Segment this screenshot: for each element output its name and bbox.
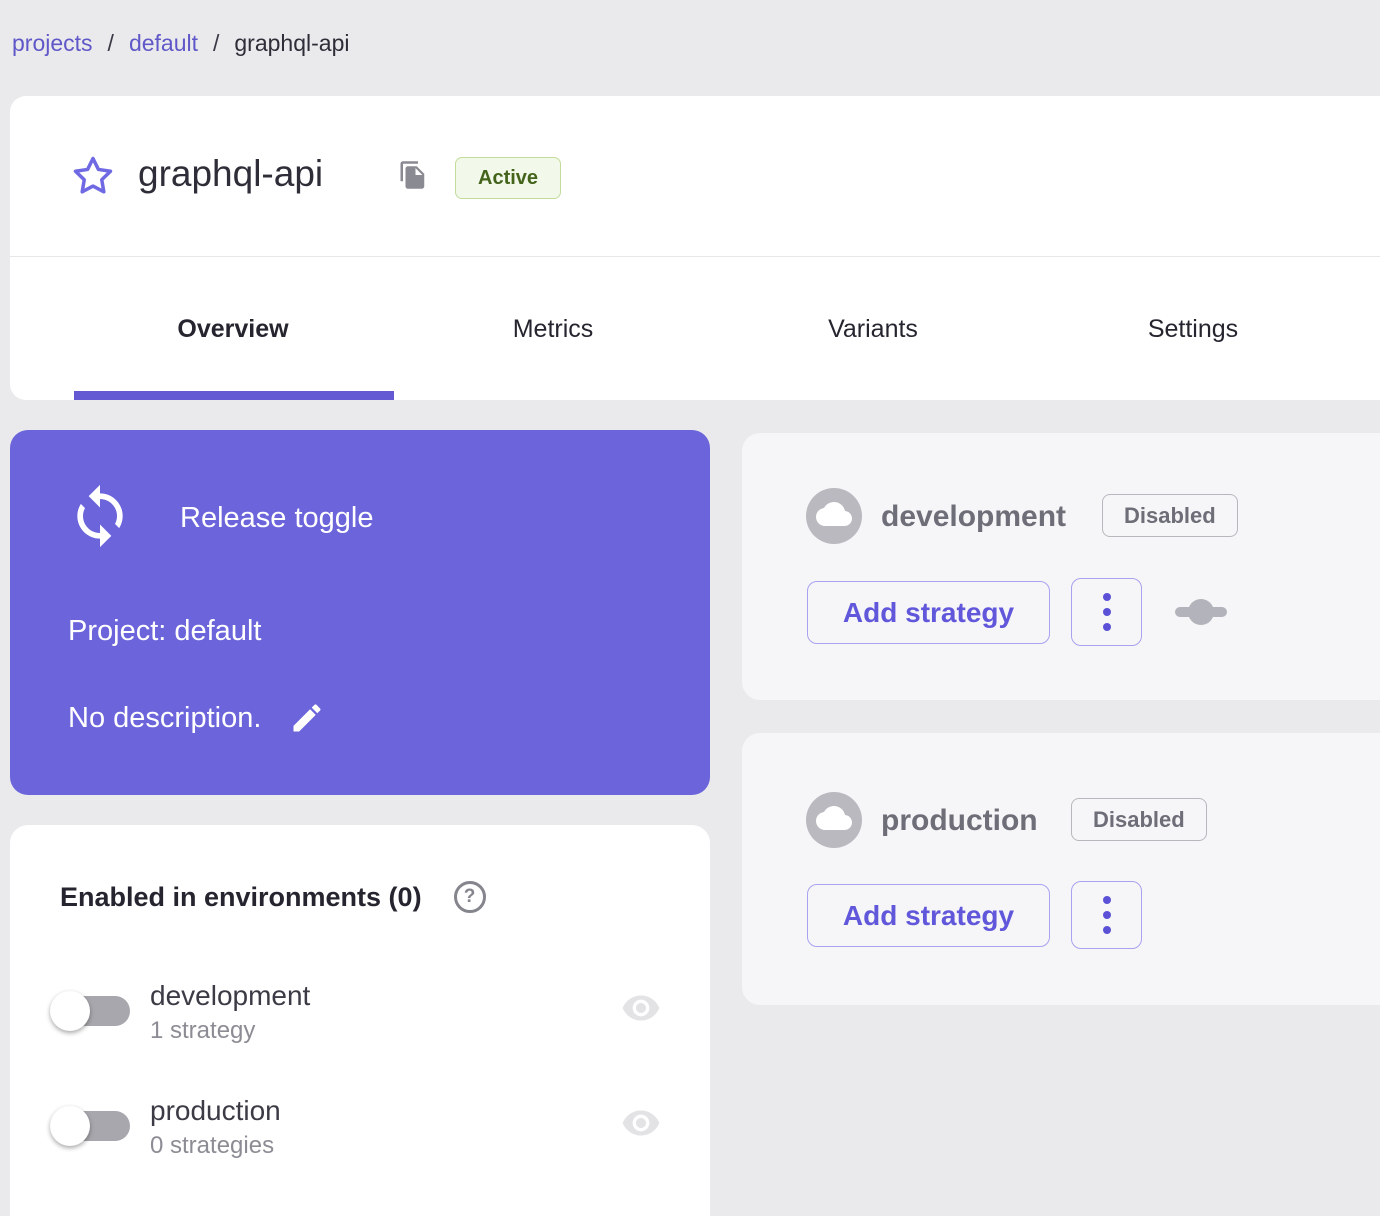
environment-name: production bbox=[150, 1095, 281, 1126]
kebab-menu-button[interactable] bbox=[1071, 881, 1142, 949]
status-badge: Active bbox=[455, 157, 562, 199]
slider-knob bbox=[1188, 599, 1214, 625]
tab-variants[interactable]: Variants bbox=[713, 258, 1033, 400]
environment-card-production: production Disabled Add strategy bbox=[742, 733, 1380, 1005]
strategy-count: 0 strategies bbox=[150, 1132, 275, 1159]
tab-metrics[interactable]: Metrics bbox=[393, 258, 713, 400]
environments-summary-title: Enabled in environments (0) bbox=[60, 881, 422, 912]
kebab-menu-button[interactable] bbox=[1071, 578, 1142, 646]
avatar bbox=[806, 792, 862, 848]
project-label: Project: default bbox=[68, 615, 262, 647]
kebab-dot bbox=[1102, 926, 1111, 934]
strategy-count: 1 strategy bbox=[150, 1017, 256, 1044]
tab-overview[interactable]: Overview bbox=[73, 258, 393, 400]
tab-settings[interactable]: Settings bbox=[1033, 258, 1353, 400]
status-chip: Disabled bbox=[1102, 494, 1238, 537]
slider-icon bbox=[1175, 599, 1227, 625]
kebab-dot bbox=[1102, 911, 1111, 919]
favorite-star-icon[interactable] bbox=[72, 155, 114, 197]
avatar bbox=[806, 488, 862, 544]
description-row: No description. bbox=[68, 700, 325, 736]
environments-summary-header: Enabled in environments (0) ? bbox=[60, 881, 486, 913]
toggle-thumb bbox=[50, 991, 90, 1031]
environment-card-title: development bbox=[881, 500, 1067, 533]
cloud-icon bbox=[816, 496, 852, 537]
environment-card-title: production bbox=[881, 804, 1038, 837]
production-toggle[interactable] bbox=[50, 1105, 132, 1147]
kebab-dot bbox=[1102, 623, 1111, 631]
tab-bar: Overview Metrics Variants Settings bbox=[10, 258, 1380, 400]
environment-row-production: production 0 strategies bbox=[10, 1095, 710, 1185]
visibility-eye-icon bbox=[618, 988, 664, 1028]
breadcrumb-current: graphql-api bbox=[234, 30, 350, 56]
feature-overview-page: { "colors": { "page_bg": "#eaeaec", "car… bbox=[0, 0, 1380, 1216]
toggle-thumb bbox=[50, 1106, 90, 1146]
toggle-type-row: Release toggle bbox=[66, 482, 373, 555]
add-strategy-button[interactable]: Add strategy bbox=[807, 581, 1050, 644]
environment-name: development bbox=[150, 980, 311, 1011]
environments-summary-card: Enabled in environments (0) ? developmen… bbox=[10, 825, 710, 1216]
environment-card-development: development Disabled Add strategy bbox=[742, 433, 1380, 700]
help-icon[interactable]: ? bbox=[453, 881, 486, 913]
environment-row-development: development 1 strategy bbox=[10, 980, 710, 1070]
kebab-dot bbox=[1102, 896, 1111, 904]
breadcrumb-link-default[interactable]: default bbox=[129, 30, 198, 57]
loop-icon bbox=[66, 482, 134, 555]
breadcrumb-separator: / bbox=[107, 30, 114, 56]
active-tab-indicator bbox=[74, 391, 394, 400]
breadcrumb-link-projects[interactable]: projects bbox=[12, 30, 93, 57]
development-toggle[interactable] bbox=[50, 990, 132, 1032]
kebab-dot bbox=[1102, 608, 1111, 616]
add-strategy-button[interactable]: Add strategy bbox=[807, 884, 1050, 947]
status-chip: Disabled bbox=[1071, 798, 1207, 841]
feature-header-card: graphql-api Active Overview Metrics Vari… bbox=[10, 96, 1380, 400]
page-title: graphql-api bbox=[138, 153, 324, 194]
feature-header-row: graphql-api Active bbox=[10, 96, 1380, 257]
toggle-type-label: Release toggle bbox=[180, 502, 374, 534]
breadcrumb: projects / default / graphql-api bbox=[12, 30, 349, 57]
feature-info-card: Release toggle Project: default No descr… bbox=[10, 430, 710, 795]
copy-name-icon[interactable] bbox=[398, 160, 428, 190]
edit-description-icon[interactable] bbox=[289, 700, 325, 736]
description-text: No description. bbox=[68, 701, 262, 734]
kebab-dot bbox=[1102, 593, 1111, 601]
cloud-icon bbox=[816, 800, 852, 841]
breadcrumb-separator: / bbox=[213, 30, 220, 56]
visibility-eye-icon bbox=[618, 1103, 664, 1143]
